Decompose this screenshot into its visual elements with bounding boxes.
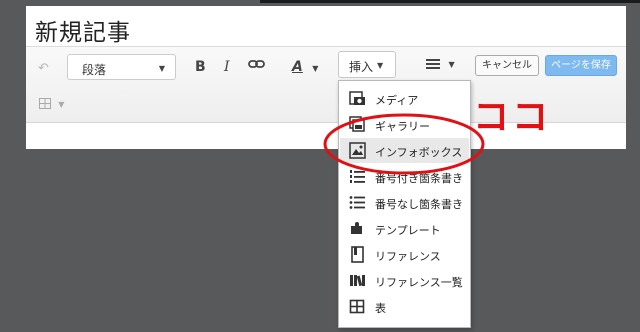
insert-label: 挿入: [349, 60, 374, 74]
menu-item-label: 表: [375, 302, 386, 315]
annotation-label: ココ: [473, 97, 552, 138]
italic-button[interactable]: I: [224, 59, 230, 75]
menu-item-template[interactable]: テンプレート: [340, 216, 469, 241]
title-row: 新規記事: [26, 6, 626, 47]
menu-item-label: メディア: [375, 94, 419, 107]
page-title: 新規記事: [35, 20, 131, 46]
menu-item-reference[interactable]: リファレンス: [340, 242, 469, 267]
reference-icon: [351, 246, 364, 263]
highlight-ellipse: [323, 113, 485, 175]
bulleted-list-icon: [349, 196, 365, 209]
window-top-strip: [260, 0, 640, 3]
menu-item-label: リファレンス一覧: [375, 276, 463, 289]
paragraph-format-value: 段落: [82, 63, 107, 77]
menu-item-label: リファレンス: [375, 250, 441, 263]
link-icon[interactable]: [248, 57, 265, 75]
table-grid-icon: [39, 98, 51, 109]
menu-item-media[interactable]: メディア: [340, 86, 469, 111]
chevron-down-icon: ▼: [158, 64, 165, 73]
chevron-down-icon: ▼: [312, 64, 319, 73]
cancel-button[interactable]: キャンセル: [475, 55, 539, 76]
table-insert-button[interactable]: ▼: [39, 98, 64, 112]
reference-list-icon: [350, 275, 365, 287]
chevron-down-icon: ▼: [58, 100, 65, 109]
chevron-down-icon: ▼: [377, 61, 384, 70]
insert-button[interactable]: 挿入 ▼: [338, 51, 396, 78]
hamburger-icon: [426, 59, 440, 69]
menu-item-label: テンプレート: [375, 224, 441, 237]
paragraph-format-select[interactable]: 段落 ▼: [67, 54, 176, 80]
undo-icon[interactable]: ↶: [38, 61, 49, 76]
media-icon: [349, 91, 365, 105]
menu-item-table[interactable]: 表: [340, 294, 469, 319]
bold-button[interactable]: B: [195, 59, 206, 75]
menu-item-reference-list[interactable]: リファレンス一覧: [340, 268, 469, 293]
menu-item-label: 番号なし箇条書き: [375, 198, 463, 211]
list-menu-button[interactable]: ▼: [426, 58, 455, 74]
save-page-button[interactable]: ページを保存: [545, 55, 617, 76]
text-style-label: A: [292, 59, 303, 75]
template-icon: [351, 222, 362, 234]
menu-item-bulleted-list[interactable]: 番号なし箇条書き: [340, 190, 469, 215]
text-style-button[interactable]: A ▼: [292, 59, 318, 75]
chevron-down-icon: ▼: [448, 60, 455, 69]
table-icon: [349, 299, 365, 314]
